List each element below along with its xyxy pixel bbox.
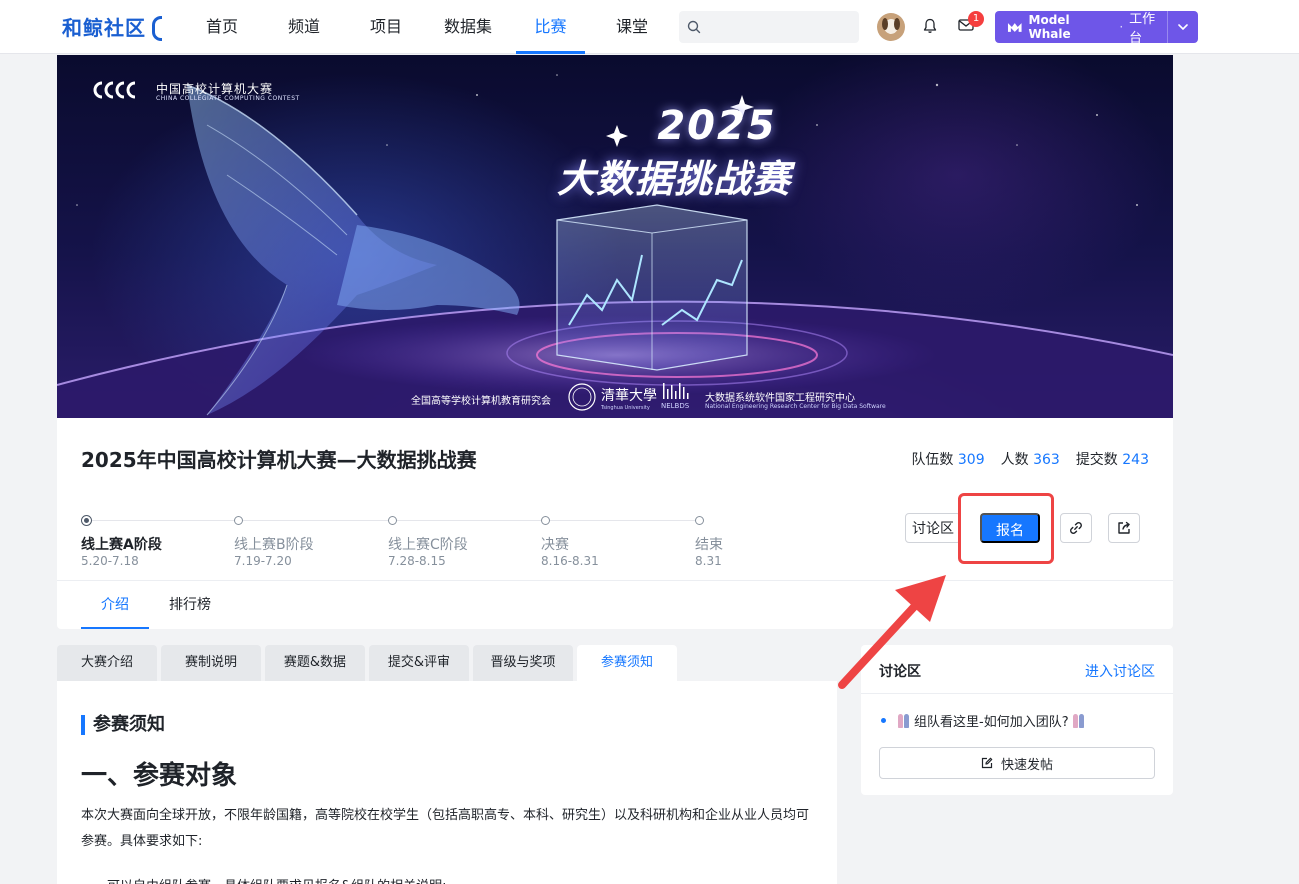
banner-title: 大数据挑战赛: [556, 157, 791, 201]
banner-footer-tsinghua: 清華大學: [601, 388, 657, 404]
stage-dot: [81, 515, 92, 526]
stat-teams-label: 队伍数: [911, 452, 954, 468]
stat-people-value: 363: [1033, 452, 1060, 468]
quick-post-label: 快速发帖: [1000, 756, 1053, 772]
subtab-rules[interactable]: 赛制说明: [161, 645, 261, 681]
discussion-sidebar: 讨论区 进入讨论区 组队看这里-如何加入团队? 快速发帖: [861, 645, 1173, 795]
signup-highlight-box: [958, 493, 1054, 564]
stat-people: 人数 363: [1001, 449, 1060, 469]
share-button[interactable]: [1108, 513, 1140, 543]
link-icon: [1070, 522, 1082, 534]
stat-people-label: 人数: [1000, 452, 1029, 468]
subtab-overview[interactable]: 大赛介绍: [57, 645, 157, 681]
discussion-button[interactable]: 讨论区: [905, 513, 961, 543]
subtab-participation-notes[interactable]: 参赛须知: [577, 645, 677, 681]
site-logo-text[interactable]: 和鲸社区: [62, 12, 146, 41]
discussion-post-title: 组队看这里-如何加入团队?: [914, 715, 1069, 730]
stage-name: 结束: [695, 537, 723, 553]
tab-leaderboard[interactable]: 排行榜: [157, 581, 223, 629]
content-paragraph: 本次大赛面向全球开放，不限年龄国籍，高等院校在校学生（包括高职高专、本科、研究生…: [81, 808, 810, 849]
stat-teams-value: 309: [957, 452, 985, 468]
stage-dot: [541, 516, 550, 525]
section-tabs: 大赛介绍 赛制说明 赛题&数据 提交&评审 晋级与奖项 参赛须知: [57, 645, 837, 681]
quick-post-button[interactable]: 快速发帖: [879, 747, 1155, 779]
people-emoji-icon: [898, 713, 910, 728]
stage-date: 8.31: [695, 554, 722, 568]
enter-discussion-link[interactable]: 进入讨论区: [1085, 661, 1155, 681]
chevron-down-icon: [1178, 24, 1188, 30]
competition-title: 2025年中国高校计算机大赛—大数据挑战赛: [81, 448, 477, 472]
stage-date: 8.16-8.31: [541, 554, 599, 568]
nav-item-projects[interactable]: 项目: [369, 0, 403, 54]
stage-date: 7.19-7.20: [234, 554, 292, 568]
workspace-separator: ·: [1119, 20, 1124, 34]
content-heading: 一、参赛对象: [81, 761, 238, 791]
workspace-link[interactable]: Model Whale · 工作台: [995, 11, 1167, 46]
header-divider: [57, 580, 1173, 581]
stat-teams: 队伍数 309: [911, 449, 984, 469]
stage-name: 线上赛A阶段: [81, 537, 162, 553]
stage-date: 5.20-7.18: [81, 554, 139, 568]
competition-banner: 中国高校计算机大赛 CHINA COLLEGIATE COMPUTING CON…: [57, 55, 1173, 418]
content-list-item: 可以自由组队参赛，具体组队要求见报名&组队的相关说明;: [107, 875, 807, 884]
nav-item-competitions[interactable]: 比赛: [516, 0, 585, 54]
nav-item-classroom[interactable]: 课堂: [615, 0, 649, 54]
site-logo[interactable]: 和鲸社区: [62, 12, 162, 41]
section-title: 参赛须知: [81, 714, 165, 736]
stage-name: 线上赛C阶段: [388, 537, 468, 553]
nav-item-datasets[interactable]: 数据集: [443, 0, 493, 54]
stage-timeline: 线上赛A阶段 5.20-7.18 线上赛B阶段 7.19-7.20 线上赛C阶段…: [81, 514, 723, 574]
share-icon: [1118, 521, 1130, 534]
search-icon: [687, 20, 701, 34]
stat-submissions-label: 提交数: [1075, 452, 1118, 468]
cccc-logo: [93, 81, 136, 99]
stage-date: 7.28-8.15: [388, 554, 446, 568]
competition-header-card: 2025年中国高校计算机大赛—大数据挑战赛 队伍数 309 人数 363 提交数…: [57, 418, 1173, 629]
subtab-awards[interactable]: 晋级与奖项: [473, 645, 573, 681]
bullet-icon: [881, 718, 886, 723]
sidebar-title: 讨论区: [879, 664, 921, 680]
subtab-problem-data[interactable]: 赛题&数据: [265, 645, 365, 681]
banner-footer-org2-sub: National Engineering Research Center for…: [705, 403, 886, 410]
whale-logo-icon: [150, 15, 162, 41]
banner-artwork: [57, 74, 1173, 418]
notification-badge: 1: [968, 11, 984, 27]
search-input[interactable]: [679, 11, 859, 43]
banner-footer-org1: 全国高等学校计算机教育研究会: [411, 396, 551, 407]
top-nav: 和鲸社区 首页 频道 项目 数据集 比赛 课堂 1 Model Whale · …: [0, 0, 1299, 54]
modelwhale-workspace-button[interactable]: Model Whale · 工作台: [995, 11, 1198, 46]
banner-footer-org2: 大数据系统软件国家工程研究中心: [705, 393, 855, 404]
stage-name: 决赛: [541, 537, 569, 553]
people-emoji-icon: [1072, 713, 1085, 728]
nav-item-home[interactable]: 首页: [205, 0, 239, 54]
stage-dot: [695, 516, 704, 525]
bell-icon[interactable]: [923, 18, 937, 34]
banner-year: 2025: [657, 103, 777, 149]
copy-link-button[interactable]: [1060, 513, 1092, 543]
workspace-brand: Model Whale: [1028, 13, 1071, 41]
stage-name: 线上赛B阶段: [234, 537, 314, 553]
stat-submissions-value: 243: [1122, 452, 1149, 468]
edit-icon: [981, 757, 993, 769]
nav-item-channel[interactable]: 频道: [287, 0, 321, 54]
main-content: 参赛须知 一、参赛对象 本次大赛面向全球开放，不限年龄国籍，高等院校在校学生（包…: [57, 681, 837, 884]
workspace-label: 工作台: [1129, 12, 1156, 46]
stage-dot: [234, 516, 243, 525]
banner-footer-nelbds: NELBDS: [661, 402, 690, 410]
stage-dot: [388, 516, 397, 525]
discussion-post-link[interactable]: 组队看这里-如何加入团队?: [881, 711, 1085, 730]
banner-footer-tsinghua-sub: Tsinghua University: [601, 405, 650, 411]
workspace-dropdown-toggle[interactable]: [1167, 11, 1198, 43]
modelwhale-logo-icon: [1007, 23, 1022, 32]
banner-org-logo-sub: CHINA COLLEGIATE COMPUTING CONTEST: [156, 95, 300, 102]
stat-submissions: 提交数 243: [1076, 449, 1149, 469]
sidebar-divider: [861, 693, 1173, 694]
user-avatar[interactable]: [877, 13, 905, 41]
competition-stats: 队伍数 309 人数 363 提交数 243: [911, 449, 1149, 469]
tab-introduction[interactable]: 介绍: [81, 581, 149, 629]
subtab-submission-review[interactable]: 提交&评审: [369, 645, 469, 681]
